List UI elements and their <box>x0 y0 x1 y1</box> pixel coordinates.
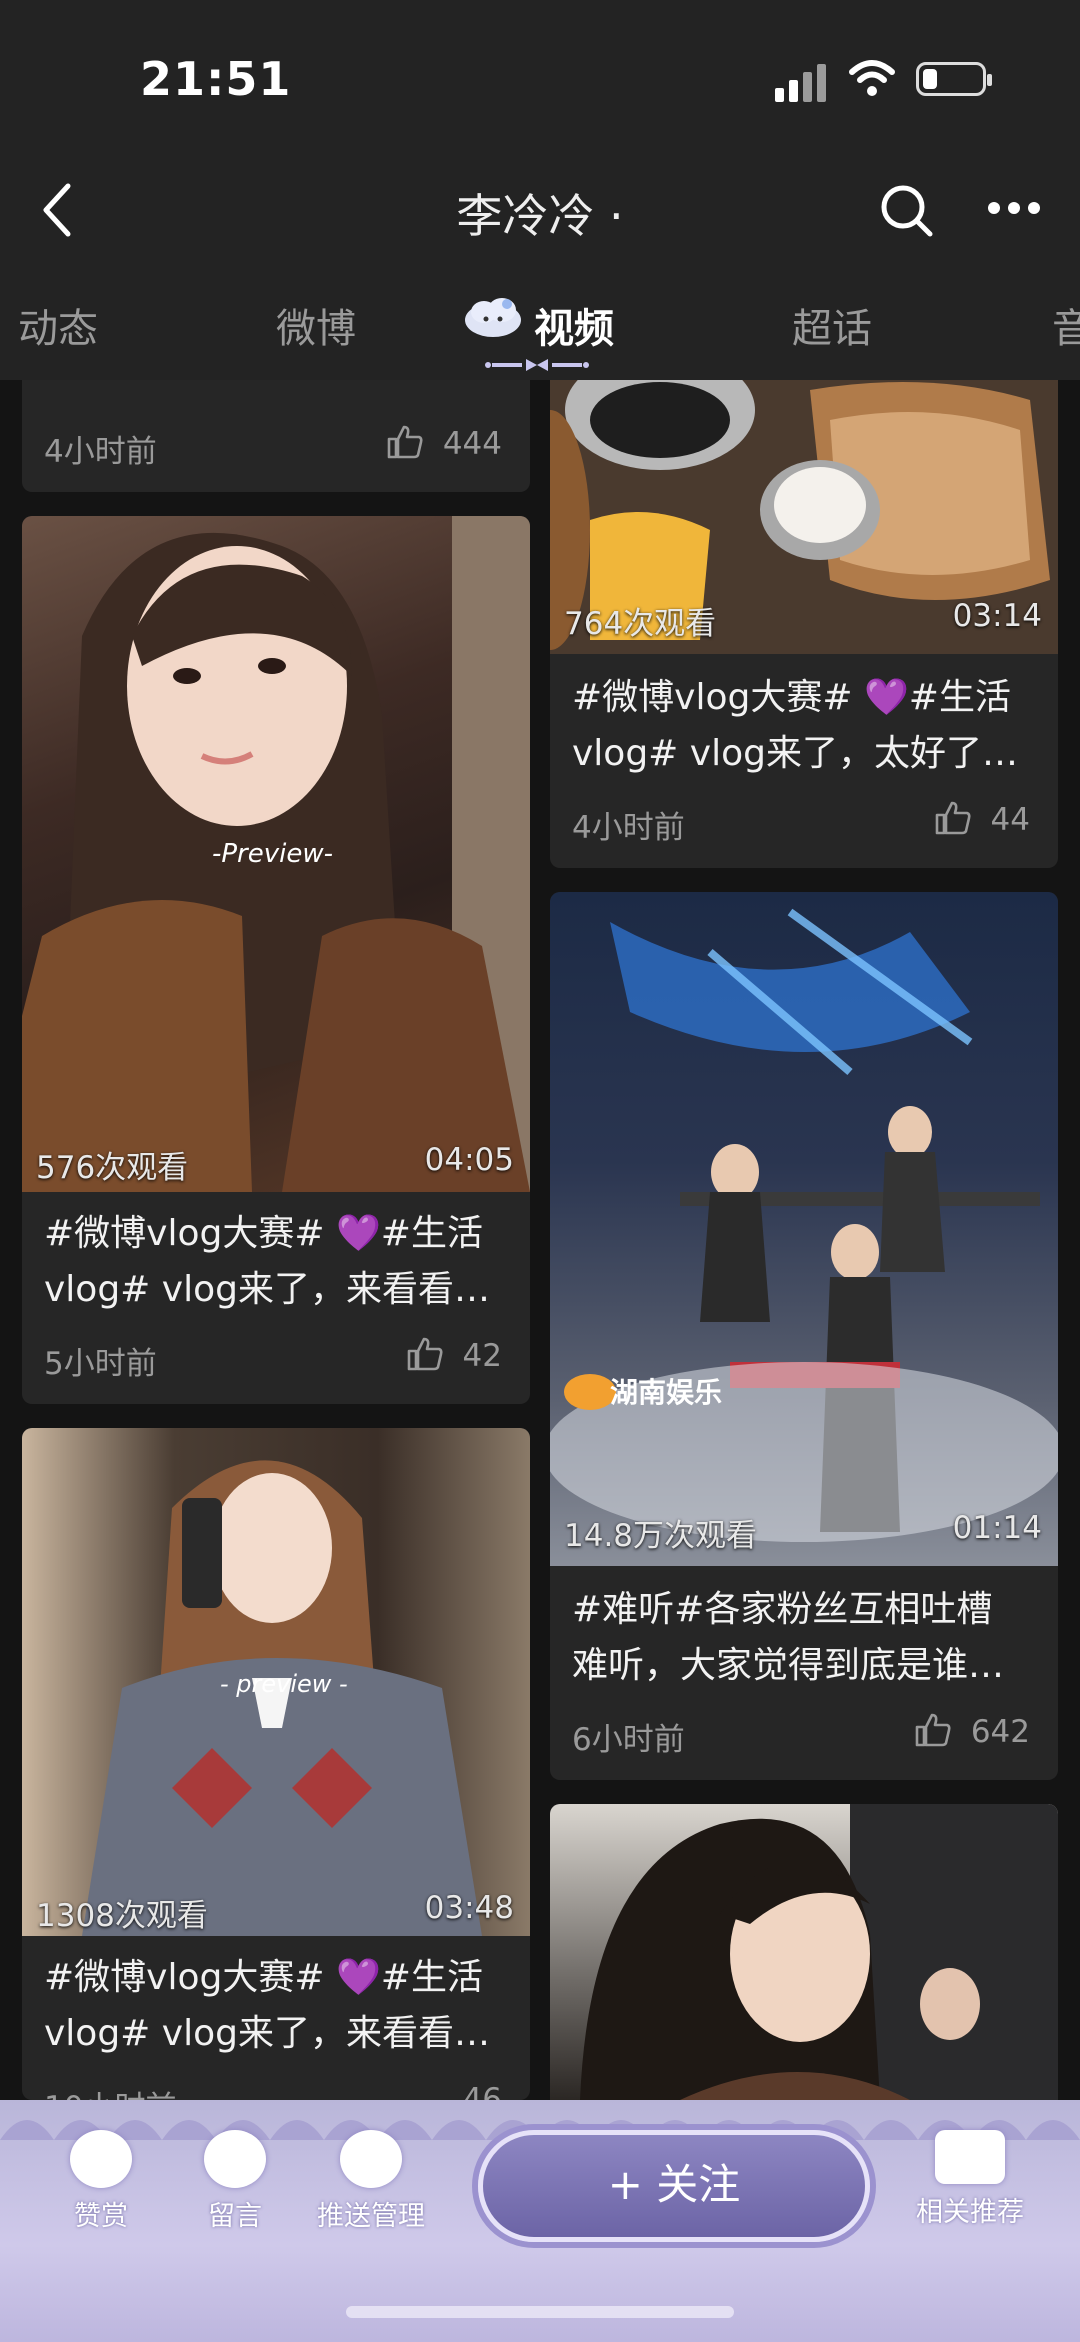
video-thumbnail[interactable]: -Preview- 576次观看 04:05 <box>22 516 530 1192</box>
status-time: 21:51 <box>140 52 292 106</box>
caption-line: 难听，大家觉得到底是谁… <box>572 1645 1005 1686</box>
view-count: 1308次观看 <box>36 1898 208 1934</box>
thumbnail-image <box>580 1804 1058 2100</box>
video-card[interactable]: 764次观看 03:14 #微博vlog大赛# 💜#生活 vlog# vlog来… <box>550 380 1058 868</box>
caption-line: vlog# vlog来了，来看看… <box>44 2013 490 2054</box>
thumbnail-image: -Preview- <box>22 516 530 1192</box>
video-card[interactable] <box>550 1804 1058 2100</box>
more-icon[interactable] <box>984 202 1044 218</box>
follow-label: + 关注 <box>607 2160 741 2209</box>
push-sticker-icon <box>340 2130 402 2188</box>
push-manage-button[interactable]: 推送管理 <box>306 2130 436 2233</box>
caption-line: #微博vlog大赛# 💜#生活 <box>44 1213 483 1254</box>
comment-sticker-icon <box>204 2130 266 2188</box>
video-thumbnail[interactable] <box>550 1804 1058 2100</box>
reward-label: 赞赏 <box>74 2201 128 2232</box>
home-indicator[interactable] <box>346 2306 734 2318</box>
reward-button[interactable]: 赞赏 <box>56 2130 146 2233</box>
like-count: 642 <box>970 1714 1030 1750</box>
time-ago: 10小时前 <box>44 2082 176 2100</box>
view-count: 576次观看 <box>36 1150 189 1186</box>
preview-watermark: -Preview- <box>212 839 333 869</box>
reward-sticker-icon <box>70 2130 132 2188</box>
view-count: 14.8万次观看 <box>564 1518 758 1554</box>
tab-bar: 动态 微博 视频 超话 音 <box>0 268 1080 380</box>
time-ago: 4小时前 <box>572 810 685 846</box>
video-duration: 04:05 <box>424 1142 514 1178</box>
comment-button[interactable]: 留言 <box>190 2130 280 2233</box>
nav-bar: 李冷冷 · <box>0 150 1080 268</box>
caption-line: #微博vlog大赛# 💜#生活 <box>572 677 1011 718</box>
like-count: 46 <box>462 2082 502 2100</box>
video-thumbnail[interactable]: 764次观看 03:14 <box>550 380 1058 654</box>
like-count: 444 <box>442 426 502 462</box>
related-label: 相关推荐 <box>916 2197 1024 2228</box>
video-thumbnail[interactable]: - preview - 1308次观看 03:48 <box>22 1428 530 1936</box>
time-ago: 4小时前 <box>44 434 157 470</box>
thumbs-up-icon[interactable] <box>386 424 424 460</box>
time-ago: 5小时前 <box>44 1346 157 1382</box>
time-ago: 6小时前 <box>572 1722 685 1758</box>
caption-line: vlog# vlog来了，来看看… <box>44 1269 490 1310</box>
signal-icon <box>775 62 831 102</box>
video-duration: 03:48 <box>424 1890 514 1926</box>
preview-watermark: - preview - <box>220 1670 348 1698</box>
search-icon[interactable] <box>876 180 936 240</box>
video-thumbnail[interactable]: 湖南娱乐 14.8万次观看 01:14 <box>550 892 1058 1566</box>
tab-weibo[interactable]: 微博 <box>276 296 356 354</box>
push-manage-label: 推送管理 <box>317 2201 425 2232</box>
thumbs-up-icon[interactable] <box>914 1712 952 1748</box>
view-count: 764次观看 <box>564 606 717 642</box>
thumbnail-image: 湖南娱乐 <box>550 908 1058 1542</box>
battery-icon <box>916 62 992 96</box>
video-card[interactable]: -Preview- 576次观看 04:05 #微博vlog大赛# 💜#生活 v… <box>22 516 530 1404</box>
thumbs-up-icon[interactable] <box>934 800 972 836</box>
tab-dongtai[interactable]: 动态 <box>18 296 98 354</box>
like-count: 44 <box>990 802 1030 838</box>
video-duration: 03:14 <box>952 598 1042 634</box>
tab-video[interactable]: 视频 <box>534 296 614 354</box>
video-duration: 01:14 <box>952 1510 1042 1546</box>
tab-music[interactable]: 音 <box>1052 296 1080 354</box>
tab-chaohua[interactable]: 超话 <box>792 296 872 354</box>
thumbs-up-icon[interactable] <box>406 1336 444 1372</box>
related-recommend-button[interactable]: 相关推荐 <box>900 2130 1040 2229</box>
follow-button[interactable]: + 关注 <box>478 2130 870 2242</box>
status-bar: 21:51 <box>0 0 1080 150</box>
comment-label: 留言 <box>208 2201 262 2232</box>
video-card[interactable]: - preview - 1308次观看 03:48 #微博vlog大赛# 💜#生… <box>22 1428 530 2100</box>
like-count: 42 <box>462 1338 502 1374</box>
caption-line: #微博vlog大赛# 💜#生活 <box>44 1957 483 1998</box>
caption-line: vlog# vlog来了，太好了… <box>572 733 1018 774</box>
thumbnail-image: - preview - <box>82 1460 482 1936</box>
wifi-icon <box>849 60 895 96</box>
video-card[interactable]: 湖南娱乐 14.8万次观看 01:14 #难听#各家粉丝互相吐槽 难听，大家觉得… <box>550 892 1058 1780</box>
cloud-sticker-icon <box>465 298 521 337</box>
tab-underline-decoration <box>485 359 589 371</box>
video-card[interactable]: 4小时前 444 <box>22 380 530 492</box>
channel-logo-text: 湖南娱乐 <box>610 1376 722 1409</box>
caption-line: #难听#各家粉丝互相吐槽 <box>572 1589 993 1630</box>
envelope-icon <box>935 2130 1005 2184</box>
